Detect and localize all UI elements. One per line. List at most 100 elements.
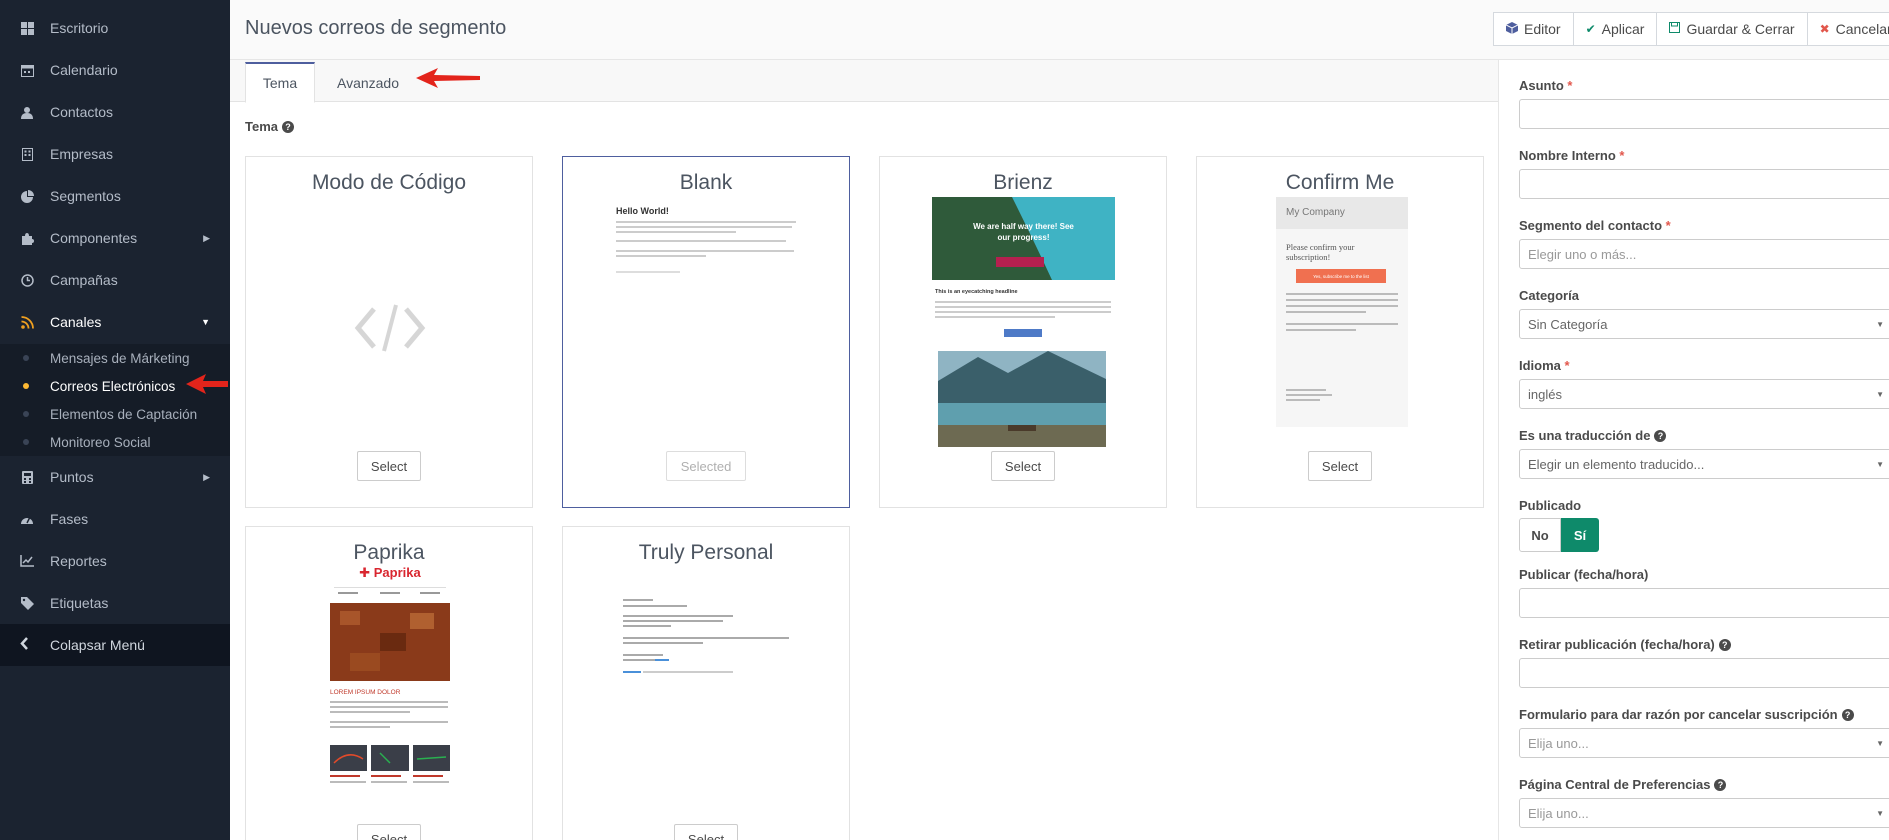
subject-label: Asunto * <box>1519 78 1572 93</box>
theme-card-code-mode[interactable]: Modo de Código Select <box>245 156 533 508</box>
select-theme-button[interactable]: Select <box>357 451 421 481</box>
chevron-right-icon: ▶ <box>203 471 210 482</box>
unsubscribe-form-select[interactable]: Elija uno... ▼ <box>1519 728 1889 758</box>
category-select[interactable]: Sin Categoría ▼ <box>1519 309 1889 339</box>
preview-heading: LOREM IPSUM DOLOR <box>330 689 401 696</box>
sidebar-item-fases[interactable]: Fases <box>0 498 230 540</box>
chevron-down-icon: ▼ <box>1876 808 1884 818</box>
calendar-icon <box>20 63 34 77</box>
sidebar-item-escritorio[interactable]: Escritorio <box>0 7 230 49</box>
bullet-icon <box>23 355 29 361</box>
sidebar-item-calendario[interactable]: Calendario <box>0 49 230 91</box>
collapse-menu-button[interactable]: Colapsar Menú <box>0 624 230 666</box>
language-select[interactable]: inglés ▼ <box>1519 379 1889 409</box>
help-icon[interactable]: ? <box>1718 638 1731 651</box>
theme-card-brienz[interactable]: Brienz We are half way there! See our pr… <box>879 156 1167 508</box>
submenu-item-marketing-messages[interactable]: Mensajes de Márketing <box>0 344 230 372</box>
submenu-item-focus-items[interactable]: Elementos de Captación <box>0 400 230 428</box>
submenu-item-label: Correos Electrónicos <box>50 378 176 394</box>
help-icon[interactable]: ? <box>1714 778 1727 791</box>
help-icon[interactable]: ? <box>1654 429 1667 442</box>
rss-icon <box>20 315 34 329</box>
internal-name-label: Nombre Interno * <box>1519 148 1624 163</box>
translation-select[interactable]: Elegir un elemento traducido... ▼ <box>1519 449 1889 479</box>
clock-icon <box>20 273 34 287</box>
subject-input[interactable] <box>1519 99 1889 129</box>
save-icon <box>1669 22 1681 36</box>
preview-heading: Hello World! <box>616 206 669 216</box>
theme-card-title: Paprika <box>353 541 425 564</box>
code-icon <box>354 304 426 352</box>
cancel-button[interactable]: ✖ Cancelar <box>1806 12 1889 46</box>
sidebar-item-puntos[interactable]: Puntos ▶ <box>0 456 230 498</box>
sidebar-item-label: Canales <box>50 314 102 330</box>
sidebar-item-segmentos[interactable]: Segmentos <box>0 175 230 217</box>
theme-thumbnail: My Company Please confirm your subscript… <box>1276 197 1408 427</box>
publish-up-input[interactable] <box>1519 588 1889 618</box>
paprika-spice-image <box>330 603 450 681</box>
check-icon: ✔ <box>1585 22 1596 36</box>
bullet-icon <box>23 439 29 445</box>
help-icon[interactable]: ? <box>282 120 294 133</box>
published-no-option[interactable]: No <box>1519 518 1561 552</box>
theme-thumbnail: Hello World! <box>613 201 801 301</box>
published-toggle[interactable]: No Sí <box>1519 518 1599 552</box>
segment-placeholder: Elegir uno o más... <box>1528 246 1637 262</box>
subject-label-text: Asunto <box>1519 78 1564 93</box>
submenu-item-label: Mensajes de Márketing <box>50 350 190 366</box>
theme-label-text: Tema <box>245 119 278 134</box>
sidebar-item-reportes[interactable]: Reportes <box>0 540 230 582</box>
sidebar-item-canales[interactable]: Canales ▼ <box>0 301 230 343</box>
preference-center-select[interactable]: Elija uno... ▼ <box>1519 798 1889 828</box>
theme-card-blank[interactable]: Blank Hello World! Selected <box>562 156 850 508</box>
selected-theme-button: Selected <box>666 451 746 481</box>
theme-card-paprika[interactable]: Paprika ✚ Paprika LOREM IPSUM DOLOR Sele… <box>245 526 533 840</box>
tab-advanced[interactable]: Avanzado <box>325 62 411 103</box>
select-theme-button[interactable]: Select <box>1308 451 1372 481</box>
segment-multiselect[interactable]: Elegir uno o más... <box>1519 239 1889 269</box>
chevron-down-icon: ▼ <box>1876 738 1884 748</box>
dashboard-icon <box>20 21 34 35</box>
select-theme-button[interactable]: Select <box>991 451 1055 481</box>
submenu-item-social-monitoring[interactable]: Monitoreo Social <box>0 428 230 456</box>
submenu-item-label: Elementos de Captación <box>50 406 198 422</box>
sidebar-item-label: Campañas <box>50 272 118 288</box>
select-button-label: Select <box>370 458 408 474</box>
puzzle-icon <box>20 231 34 245</box>
sidebar-item-empresas[interactable]: Empresas <box>0 133 230 175</box>
save-close-button-label: Guardar & Cerrar <box>1686 21 1795 37</box>
theme-card-truly-personal[interactable]: Truly Personal Select <box>562 526 850 840</box>
paprika-logo: ✚ Paprika <box>359 565 421 580</box>
editor-button[interactable]: Editor <box>1493 12 1574 46</box>
select-button-label: Select <box>1004 458 1042 474</box>
theme-card-title: Brienz <box>993 171 1053 194</box>
select-theme-button[interactable]: Select <box>357 824 421 840</box>
sidebar-item-componentes[interactable]: Componentes ▶ <box>0 217 230 259</box>
theme-card-title: Modo de Código <box>311 171 467 194</box>
sidebar-item-contactos[interactable]: Contactos <box>0 91 230 133</box>
submenu-item-label: Monitoreo Social <box>50 434 151 450</box>
tab-theme[interactable]: Tema <box>245 62 315 103</box>
select-button-label: Select <box>1321 458 1359 474</box>
sidebar-item-etiquetas[interactable]: Etiquetas <box>0 582 230 624</box>
select-theme-button[interactable]: Select <box>674 824 738 840</box>
published-yes-option[interactable]: Sí <box>1561 518 1599 552</box>
publish-down-input[interactable] <box>1519 658 1889 688</box>
paprika-chart-thumbnails <box>330 745 450 771</box>
sidebar-item-campanas[interactable]: Campañas <box>0 259 230 301</box>
sidebar-item-label: Reportes <box>50 553 107 569</box>
sidebar-item-label: Componentes <box>50 230 138 246</box>
chevron-down-icon: ▼ <box>1876 319 1884 329</box>
sidebar: Escritorio Calendario Contactos Empresas… <box>0 0 230 840</box>
theme-card-confirm-me[interactable]: Confirm Me My Company Please confirm you… <box>1196 156 1484 508</box>
sidebar-submenu-canales: Mensajes de Márketing Correos Electrónic… <box>0 344 230 456</box>
internal-name-input[interactable] <box>1519 169 1889 199</box>
sidebar-item-label: Empresas <box>50 146 114 162</box>
save-close-button[interactable]: Guardar & Cerrar <box>1656 12 1808 46</box>
publish-down-label-text: Retirar publicación (fecha/hora) <box>1519 637 1715 652</box>
chevron-down-icon: ▼ <box>201 317 210 327</box>
language-value: inglés <box>1528 386 1562 402</box>
help-icon[interactable]: ? <box>1841 708 1854 721</box>
line-chart-icon <box>20 554 34 568</box>
apply-button[interactable]: ✔ Aplicar <box>1572 12 1658 46</box>
